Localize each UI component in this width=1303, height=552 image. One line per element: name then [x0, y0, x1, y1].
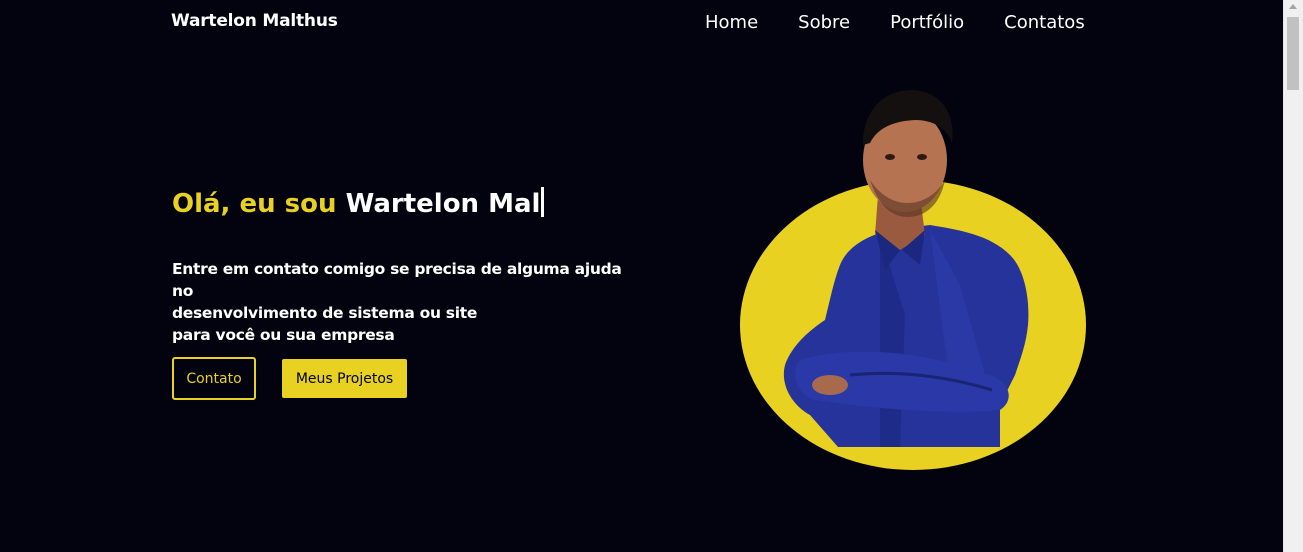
hero-greeting: Olá, eu sou	[172, 189, 337, 219]
hero-title: Olá, eu sou Wartelon Mal	[172, 187, 545, 221]
main-nav: Home Sobre Portfólio Contatos	[705, 12, 1085, 34]
hero-description-line-2: desenvolvimento de sistema ou site	[172, 304, 478, 322]
hero-description-line-3: para você ou sua empresa	[172, 326, 395, 344]
page: Wartelon Malthus Home Sobre Portfólio Co…	[0, 0, 1303, 552]
nav-portfolio[interactable]: Portfólio	[890, 12, 964, 34]
hero-typed-name: Wartelon Mal	[345, 189, 541, 219]
scroll-thumb[interactable]	[1287, 17, 1299, 90]
nav-contatos[interactable]: Contatos	[1004, 12, 1085, 34]
hero-description-line-1: Entre em contato comigo se precisa de al…	[172, 260, 622, 300]
projects-button[interactable]: Meus Projetos	[282, 359, 407, 398]
page-scrollbar[interactable]	[1283, 0, 1303, 552]
contact-button[interactable]: Contato	[172, 357, 256, 400]
person-portrait-photo	[740, 90, 1086, 470]
nav-sobre[interactable]: Sobre	[798, 12, 850, 34]
hero-description: Entre em contato comigo se precisa de al…	[172, 258, 642, 346]
brand-logo[interactable]: Wartelon Malthus	[171, 11, 338, 31]
typing-caret	[541, 187, 545, 217]
nav-home[interactable]: Home	[705, 12, 758, 34]
scroll-up-arrow-icon[interactable]	[1289, 4, 1297, 9]
